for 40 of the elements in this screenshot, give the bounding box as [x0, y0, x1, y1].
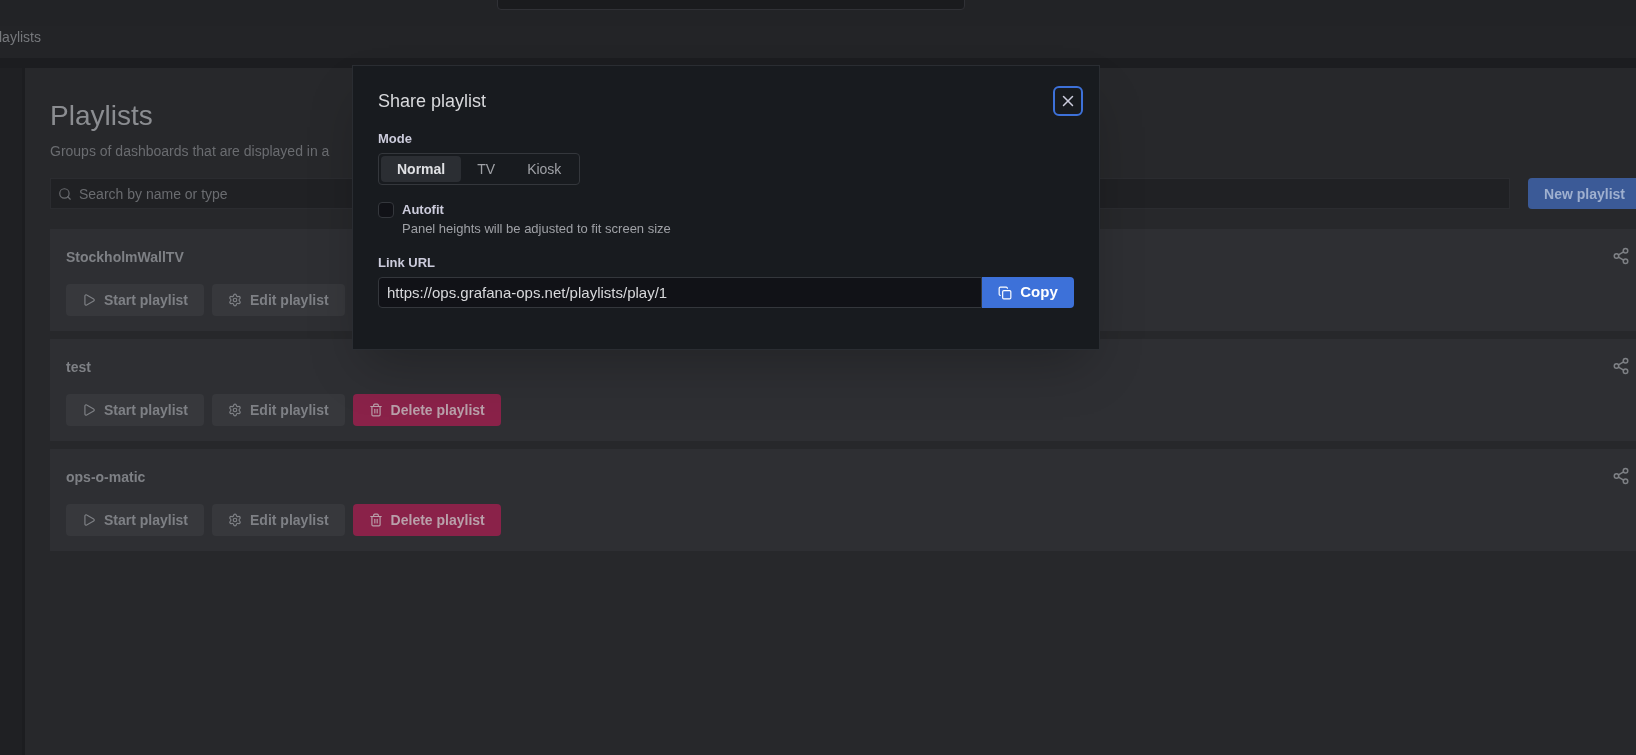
autofit-description: Panel heights will be adjusted to fit screen size [402, 220, 671, 238]
play-icon [82, 403, 96, 417]
copy-icon [998, 285, 1013, 300]
play-icon [82, 293, 96, 307]
gear-icon [228, 403, 243, 417]
page-title: Playlists [50, 99, 153, 133]
start-playlist-button[interactable]: Start playlist [66, 284, 205, 316]
autofit-label: Autofit [402, 200, 445, 219]
copy-button[interactable]: Copy [982, 277, 1074, 308]
new-playlist-button[interactable]: New playlist [1528, 178, 1636, 209]
playlist-name: StockholmWallTV [66, 248, 184, 267]
start-playlist-button[interactable]: Start playlist [66, 504, 205, 536]
delete-playlist-button[interactable]: Delete playlist [352, 504, 501, 536]
page-subtitle: Groups of dashboards that are displayed in a [50, 142, 330, 161]
trash-icon [368, 513, 383, 527]
gear-icon [228, 513, 243, 527]
close-button[interactable] [1053, 86, 1083, 116]
share-icon[interactable] [1612, 357, 1630, 375]
edit-playlist-button[interactable]: Edit playlist [212, 394, 345, 426]
mode-option[interactable]: Kiosk [511, 155, 578, 182]
share-icon[interactable] [1612, 247, 1630, 265]
link-url-label: Link URL [378, 253, 437, 272]
mode-label: Mode [378, 130, 413, 148]
playlist-name: test [66, 358, 91, 377]
edit-playlist-button[interactable]: Edit playlist [212, 284, 345, 316]
mode-option[interactable]: TV [461, 155, 512, 182]
link-url-field[interactable]: https://ops.grafana-ops.net/playlists/play/1 [378, 277, 982, 308]
playlist-name: ops-o-matic [66, 468, 146, 487]
trash-icon [368, 403, 383, 417]
share-icon[interactable] [1612, 467, 1630, 485]
edit-playlist-button[interactable]: Edit playlist [212, 504, 345, 536]
autofit-checkbox[interactable] [378, 201, 394, 218]
play-icon [82, 513, 96, 527]
mode-option[interactable]: Normal [381, 155, 462, 182]
search-icon [58, 187, 72, 201]
gear-icon [228, 293, 243, 307]
delete-playlist-button[interactable]: Delete playlist [352, 394, 501, 426]
dialog-title: Share playlist [378, 90, 487, 113]
breadcrumb[interactable]: laylists [0, 27, 41, 47]
start-playlist-button[interactable]: Start playlist [66, 394, 205, 426]
